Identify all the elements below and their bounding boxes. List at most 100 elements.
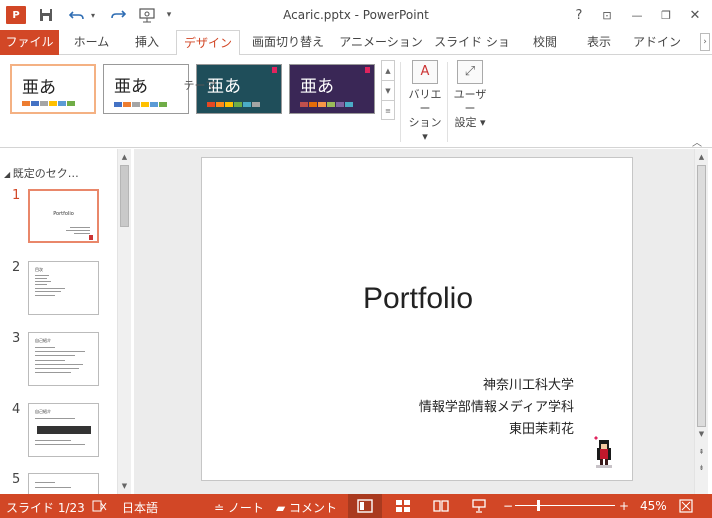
tab-review[interactable]: 校閲 <box>520 30 570 55</box>
slide-scrollbar[interactable]: ▲ ▼ ⇞ ⇟ <box>694 149 708 494</box>
zoom-level[interactable]: 45% <box>640 499 667 513</box>
theme-color-swatches <box>300 102 353 107</box>
thumbnail-title: 目次 <box>35 267 43 272</box>
slide-thumbnails-pane: ◢ 既定のセク… 1 Portfolio 2 目次 3 自己紹介 4 自己紹介 … <box>0 149 133 494</box>
proofing-icon[interactable] <box>92 499 108 516</box>
color-swatch <box>225 102 233 107</box>
color-swatch <box>252 102 260 107</box>
comments-button[interactable]: ▰ コメント <box>276 499 337 516</box>
color-swatch <box>300 102 308 107</box>
customize-label-1: ユーザー <box>453 88 487 115</box>
scroll-thumb[interactable] <box>120 165 129 227</box>
ribbon-display-options-icon[interactable]: ⊡ <box>596 5 618 25</box>
tab-animations[interactable]: アニメーション <box>336 30 426 55</box>
thumbnail-number: 5 <box>12 472 21 487</box>
ribbon-tabs: ファイル ホーム 挿入 デザイン 画面切り替え アニメーション スライド ショー… <box>0 30 712 73</box>
tab-transitions[interactable]: 画面切り替え <box>246 30 330 55</box>
color-swatch <box>67 101 75 106</box>
color-swatch <box>58 101 66 106</box>
zoom-out-button[interactable]: − <box>503 499 513 513</box>
customize-button[interactable]: ⤢ ユーザー 設定 ▾ <box>450 60 490 130</box>
thumbnail-title: 自己紹介 <box>35 409 51 414</box>
subtitle-line-3[interactable]: 東田茉莉花 <box>509 418 574 437</box>
status-bar: スライド 1/23 日本語 ≐ ノート ▰ コメント − + 45% <box>0 494 712 518</box>
section-collapse-icon[interactable]: ◢ <box>4 170 13 179</box>
tab-scroll-right-icon[interactable]: › <box>700 33 710 51</box>
character-sprite-image[interactable] <box>592 436 616 470</box>
current-slide[interactable]: Portfolio 神奈川工科大学 情報学部情報メディア学科 東田茉莉花 <box>201 157 633 481</box>
fit-slide-icon[interactable] <box>678 498 694 517</box>
scroll-down-icon[interactable]: ▼ <box>695 427 708 441</box>
notes-icon: ≐ <box>214 501 228 515</box>
theme-accent-mark <box>365 67 370 73</box>
color-swatch <box>150 102 158 107</box>
gallery-more-icon[interactable]: ≡ <box>382 101 394 121</box>
scroll-down-icon[interactable]: ▼ <box>118 479 131 493</box>
slide-thumbnail-5[interactable] <box>28 473 99 494</box>
slide-sorter-view-icon[interactable] <box>386 494 420 518</box>
subtitle-line-2[interactable]: 情報学部情報メディア学科 <box>419 396 574 415</box>
previous-slide-icon[interactable]: ⇞ <box>695 445 708 459</box>
section-label: 既定のセク… <box>12 167 79 180</box>
minimize-button[interactable]: — <box>626 5 648 25</box>
subtitle-line-1[interactable]: 神奈川工科大学 <box>483 374 574 393</box>
tab-file[interactable]: ファイル <box>0 30 59 55</box>
zoom-in-button[interactable]: + <box>619 499 629 513</box>
tab-addins[interactable]: アドイン <box>630 30 684 55</box>
slide-thumbnail-1[interactable]: Portfolio <box>28 189 99 243</box>
thumbnail-number: 2 <box>12 260 21 275</box>
scroll-up-icon[interactable]: ▲ <box>118 150 131 164</box>
slide-editing-area: Portfolio 神奈川工科大学 情報学部情報メディア学科 東田茉莉花 <box>134 149 694 494</box>
slide-title[interactable]: Portfolio <box>202 282 634 316</box>
reading-view-icon[interactable] <box>424 494 458 518</box>
variants-label-2: ション ▾ <box>408 116 442 143</box>
language-indicator[interactable]: 日本語 <box>122 499 158 516</box>
tab-insert[interactable]: 挿入 <box>122 30 172 55</box>
theme-color-swatches <box>22 101 75 106</box>
variants-button[interactable]: A バリエー ション ▾ <box>405 60 445 144</box>
slide-counter: スライド 1/23 <box>6 501 85 515</box>
notes-button[interactable]: ≐ ノート <box>214 499 264 516</box>
normal-view-icon[interactable] <box>348 494 382 518</box>
color-swatch <box>336 102 344 107</box>
theme-color-swatches <box>207 102 260 107</box>
color-swatch <box>207 102 215 107</box>
zoom-slider-knob[interactable] <box>536 500 540 511</box>
thumbnails-scrollbar[interactable]: ▲ ▼ <box>117 149 131 494</box>
slideshow-view-icon[interactable] <box>462 494 496 518</box>
thumbnail-number: 1 <box>12 188 21 203</box>
slide-thumbnail-2[interactable]: 目次 <box>28 261 99 315</box>
next-slide-icon[interactable]: ⇟ <box>695 461 708 475</box>
collapse-ribbon-icon[interactable]: ︿ <box>692 134 702 149</box>
thumbnail-title: 自己紹介 <box>35 338 51 343</box>
comment-icon: ▰ <box>276 501 290 515</box>
tab-view[interactable]: 表示 <box>574 30 624 55</box>
color-swatch <box>40 101 48 106</box>
slide-thumbnail-4[interactable]: 自己紹介 <box>28 403 99 457</box>
section-header[interactable]: ◢ 既定のセク… <box>4 165 79 181</box>
slide-size-icon: ⤢ <box>457 60 483 84</box>
zoom-slider[interactable] <box>515 505 615 506</box>
theme-accent-mark <box>272 67 277 73</box>
slide-thumbnail-3[interactable]: 自己紹介 <box>28 332 99 386</box>
color-swatch <box>159 102 167 107</box>
color-swatch <box>243 102 251 107</box>
tab-slideshow[interactable]: スライド ショー <box>432 30 512 73</box>
color-swatch <box>31 101 39 106</box>
color-swatch <box>114 102 122 107</box>
color-swatch <box>318 102 326 107</box>
close-button[interactable]: ✕ <box>684 5 706 25</box>
help-button[interactable]: ? <box>568 5 590 25</box>
color-swatch <box>22 101 30 106</box>
color-swatch <box>327 102 335 107</box>
tab-home[interactable]: ホーム <box>64 30 119 55</box>
color-swatch <box>216 102 224 107</box>
tab-design[interactable]: デザイン <box>176 30 240 56</box>
scroll-thumb[interactable] <box>697 165 706 427</box>
scroll-up-icon[interactable]: ▲ <box>695 150 708 164</box>
ribbon-separator <box>400 62 401 142</box>
color-swatch <box>345 102 353 107</box>
notes-label: ノート <box>227 501 264 515</box>
color-swatch <box>234 102 242 107</box>
restore-button[interactable]: ❐ <box>655 5 677 25</box>
